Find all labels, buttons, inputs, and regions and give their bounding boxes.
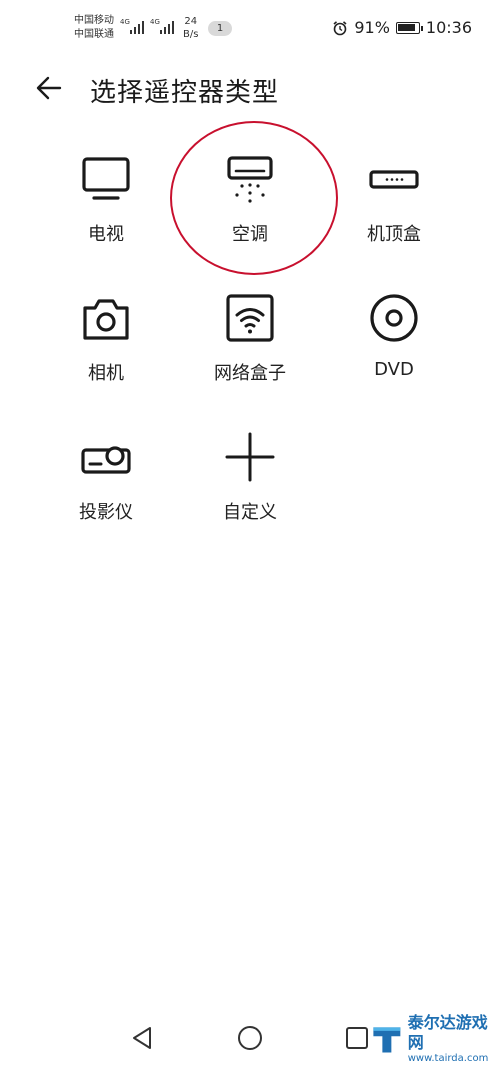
battery-percent: 91% [354, 18, 390, 37]
alarm-icon [333, 20, 347, 35]
triangle-back-icon [133, 1027, 151, 1049]
camera-icon [83, 299, 129, 340]
net-speed-value: 24 [184, 16, 198, 27]
notification-badge: 1 [208, 21, 232, 36]
status-bar: 中国移动 中国联通 4G 4G 24 B/s 1 91% 10:36 [0, 0, 500, 56]
circle-home-icon [238, 1026, 262, 1050]
device-custom[interactable]: 自定义 [190, 432, 310, 552]
device-label: 网络盒子 [214, 363, 286, 384]
device-label: 自定义 [223, 502, 277, 523]
air-conditioner-icon [227, 156, 273, 203]
status-right: 91% 10:36 [332, 18, 472, 37]
carrier-info: 中国移动 中国联通 [74, 14, 114, 42]
arrow-left-icon [36, 76, 62, 100]
signal-1-icon: 4G [120, 18, 144, 34]
device-label: DVD [374, 359, 414, 380]
plus-icon [225, 432, 275, 482]
watermark: 泰尔达游戏网 www.tairda.com [368, 1013, 494, 1065]
watermark-url: www.tairda.com [407, 1053, 489, 1064]
nav-back-button[interactable] [112, 1010, 172, 1070]
device-dvd[interactable]: DVD [334, 293, 454, 413]
signal-2-icon: 4G [150, 18, 174, 34]
network-type-1: 4G [120, 18, 130, 26]
watermark-name: 泰尔达游戏网 [407, 1013, 488, 1052]
device-label: 电视 [88, 224, 124, 245]
watermark-text: 泰尔达游戏网 www.tairda.com [408, 1013, 494, 1065]
tv-icon [82, 157, 130, 200]
network-box-icon [226, 294, 274, 342]
net-speed-unit: B/s [183, 29, 199, 40]
clock: 10:36 [425, 18, 472, 37]
page-title: 选择遥控器类型 [90, 78, 280, 108]
watermark-logo-icon [373, 1027, 401, 1053]
set-top-box-icon [369, 170, 419, 189]
nav-home-button[interactable] [220, 1010, 280, 1070]
device-tv[interactable]: 电视 [46, 154, 166, 274]
header: 选择遥控器类型 [0, 62, 500, 114]
device-label: 投影仪 [79, 502, 133, 523]
battery-fill [397, 23, 416, 31]
net-speed: 24 B/s [183, 15, 198, 41]
projector-icon [81, 446, 131, 474]
device-projector[interactable]: 投影仪 [46, 432, 166, 552]
device-label: 机顶盒 [367, 224, 421, 245]
device-label: 相机 [88, 363, 124, 384]
network-type-2: 4G [150, 18, 160, 26]
device-camera[interactable]: 相机 [46, 293, 166, 413]
device-label: 空调 [232, 224, 268, 245]
device-set-top-box[interactable]: 机顶盒 [334, 154, 454, 274]
device-air-conditioner[interactable]: 空调 [190, 154, 310, 274]
dvd-icon [370, 294, 418, 342]
battery-icon [395, 21, 423, 34]
back-button[interactable] [30, 70, 70, 106]
carrier-2: 中国联通 [74, 29, 114, 40]
device-network-box[interactable]: 网络盒子 [190, 293, 310, 413]
carrier-1: 中国移动 [74, 15, 114, 26]
